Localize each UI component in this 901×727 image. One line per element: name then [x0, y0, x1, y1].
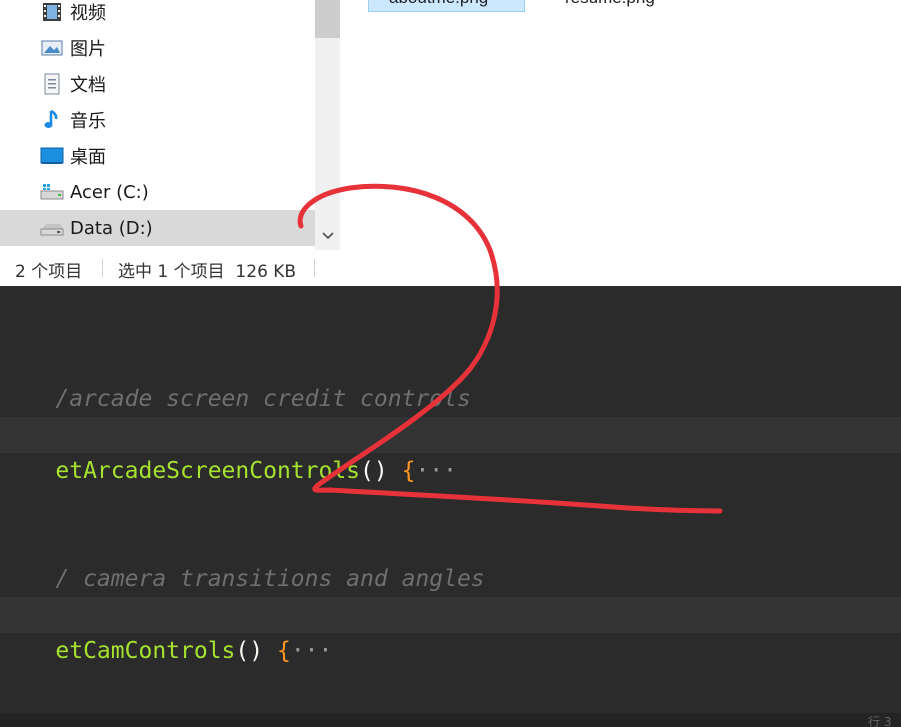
status-divider — [102, 259, 103, 277]
nav-item-videos[interactable]: 视频 — [0, 0, 315, 30]
navigation-pane: 视频 图片 文档 音乐 桌面 Acer (C:) Data (D:) — [0, 0, 340, 250]
function-name: etCamControls — [55, 638, 236, 664]
function-name: etArcadeScreenControls — [55, 458, 361, 484]
nav-item-label: 图片 — [70, 39, 106, 60]
nav-item-drive-c[interactable]: Acer (C:) — [0, 174, 315, 210]
nav-item-desktop[interactable]: 桌面 — [0, 138, 315, 174]
file-item-selected[interactable]: aboutme.png — [368, 0, 525, 12]
open-brace: { — [401, 458, 416, 484]
file-name: aboutme.png — [389, 0, 488, 8]
function-parens: () — [360, 458, 388, 484]
status-bar: 2 个项目 选中 1 个项目 126 KB — [0, 250, 901, 286]
file-list-pane: aboutme.png resume.png — [340, 0, 901, 250]
nav-item-label: 文档 — [70, 75, 106, 96]
code-comment: /arcade screen credit controls — [55, 386, 471, 412]
file-explorer-window: 视频 图片 文档 音乐 桌面 Acer (C:) Data (D:) 2 个项目… — [0, 0, 901, 286]
folded-code-indicator[interactable]: ··· — [291, 638, 333, 664]
desktop-folder-icon — [40, 144, 64, 168]
drive-icon — [40, 216, 64, 240]
code-editor[interactable]: /arcade screen credit controls etArcadeS… — [0, 286, 901, 727]
code-line-comment[interactable]: /arcade screen credit controls — [0, 345, 901, 412]
nav-item-drive-d[interactable]: Data (D:) — [0, 210, 315, 246]
windows-drive-icon — [40, 180, 64, 204]
pictures-folder-icon — [40, 36, 64, 60]
item-count: 2 个项目 — [15, 262, 83, 282]
file-name: resume.png — [565, 0, 655, 8]
status-divider — [314, 259, 315, 277]
nav-item-label: Data (D:) — [70, 217, 153, 239]
code-line-function[interactable]: etCamControls() {··· — [0, 597, 901, 664]
folded-code-indicator[interactable]: ··· — [415, 458, 457, 484]
scroll-down-button[interactable] — [315, 222, 340, 250]
nav-item-label: Acer (C:) — [70, 181, 149, 203]
music-folder-icon — [40, 108, 64, 132]
nav-item-label: 音乐 — [70, 111, 106, 132]
nav-item-music[interactable]: 音乐 — [0, 102, 315, 138]
nav-item-pictures[interactable]: 图片 — [0, 30, 315, 66]
nav-item-documents[interactable]: 文档 — [0, 66, 315, 102]
editor-status-bar: 行 3 — [0, 713, 901, 727]
code-comment: / camera transitions and angles — [55, 566, 485, 592]
scroll-thumb[interactable] — [315, 0, 340, 38]
nav-item-label: 桌面 — [70, 147, 106, 168]
documents-folder-icon — [40, 72, 64, 96]
code-line-function[interactable]: etArcadeScreenControls() {··· — [0, 417, 901, 484]
nav-pane-scrollbar[interactable] — [315, 0, 340, 250]
function-parens: () — [235, 638, 264, 664]
open-brace: { — [276, 638, 291, 664]
video-folder-icon — [40, 0, 64, 24]
cursor-position: 行 3 — [868, 715, 892, 727]
nav-item-label: 视频 — [70, 3, 106, 24]
code-line-comment[interactable]: / camera transitions and angles — [0, 525, 901, 592]
file-item[interactable]: resume.png — [545, 0, 695, 10]
chevron-down-icon — [321, 232, 334, 240]
selection-info: 选中 1 个项目 126 KB — [118, 262, 297, 282]
